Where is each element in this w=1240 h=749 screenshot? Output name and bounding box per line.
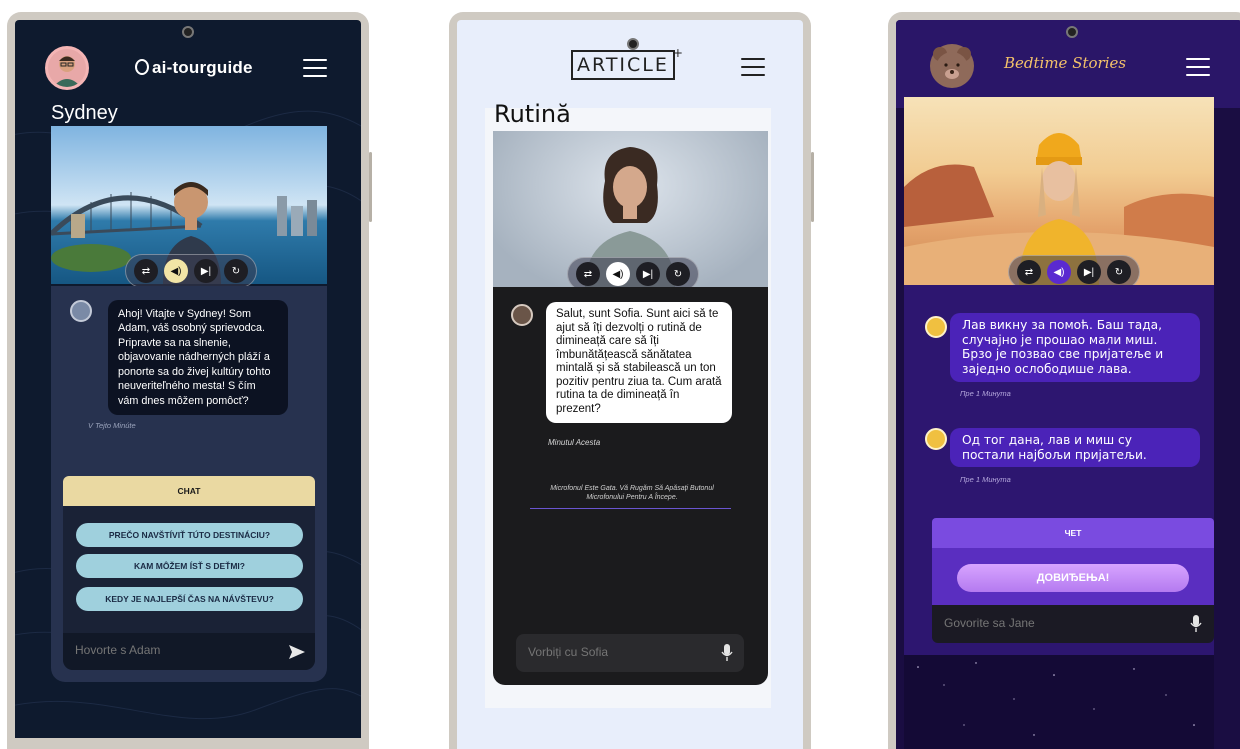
p2-input-bar <box>516 634 744 672</box>
volume-icon[interactable]: ◀) <box>164 259 188 283</box>
volume-icon[interactable]: ◀) <box>1047 260 1071 284</box>
p1-message-bubble: Ahoj! Vitajte v Sydney! Som Adam, váš os… <box>108 300 288 416</box>
chat-input[interactable] <box>75 643 275 657</box>
front-camera <box>182 26 194 38</box>
p1-title: Sydney <box>51 102 118 124</box>
suggestion-button[interactable]: KAM MÔŽEM ÍSŤ S DEŤMI? <box>76 554 303 578</box>
suggestion-button[interactable]: KEDY JE NAJLEPŠÍ ČAS NA NÁVŠTEVU? <box>76 587 303 611</box>
p2-divider <box>530 508 731 509</box>
p3-message-avatar <box>925 428 947 450</box>
goodbye-button[interactable]: ДОВИЂЕЊА! <box>957 564 1189 592</box>
p1-input-bar <box>63 633 315 670</box>
logo-text: ARTICLE <box>577 54 669 76</box>
logo-plus: + <box>672 46 685 60</box>
send-icon[interactable] <box>288 644 306 660</box>
skip-icon[interactable]: ▶| <box>194 259 218 283</box>
guide-avatar[interactable] <box>45 46 89 90</box>
p3-media-controls: ⇄ ◀) ▶| ↻ <box>1008 255 1140 289</box>
p2-message-bubble: Salut, sunt Sofia. Sunt aici să te ajut … <box>546 302 732 423</box>
microphone-icon[interactable] <box>1190 615 1202 633</box>
p2-title: Rutină <box>494 100 571 128</box>
p2-message-avatar <box>511 304 533 326</box>
bear-avatar[interactable] <box>930 44 974 88</box>
menu-icon[interactable] <box>303 59 327 77</box>
microphone-icon[interactable] <box>721 644 733 662</box>
p1-chat-tab[interactable]: CHAT <box>63 476 315 506</box>
front-camera <box>627 38 639 50</box>
p2-mic-note: Microfonul Este Gata. Vă Rugăm Să Apăsaț… <box>550 485 714 502</box>
p2-message-time: Minutul Acesta <box>548 438 601 447</box>
menu-icon[interactable] <box>1186 58 1210 76</box>
repeat-icon[interactable]: ⇄ <box>1017 260 1041 284</box>
chat-input[interactable] <box>944 616 1164 630</box>
p3-message-time: Пре 1 Минута <box>960 475 1011 484</box>
front-camera <box>1066 26 1078 38</box>
p3-message-bubble: Од тог дана, лав и миш су постали најбољ… <box>950 428 1200 468</box>
logo-text: ai-tourguide <box>152 58 253 77</box>
app-logo[interactable]: Bedtime Stories <box>1004 54 1126 72</box>
volume-icon[interactable]: ◀) <box>606 262 630 286</box>
location-pin-icon <box>135 59 149 75</box>
app-logo[interactable]: ai-tourguide <box>135 58 253 78</box>
p3-input-bar <box>932 605 1214 643</box>
skip-icon[interactable]: ▶| <box>636 262 660 286</box>
reload-icon[interactable]: ↻ <box>666 262 690 286</box>
skip-icon[interactable]: ▶| <box>1077 260 1101 284</box>
app-logo[interactable]: ARTICLE + <box>571 46 683 80</box>
starfield <box>904 655 1214 749</box>
menu-icon[interactable] <box>741 58 765 76</box>
p3-message-time: Пре 1 Минута <box>960 389 1011 398</box>
p3-message-avatar <box>925 316 947 338</box>
p3-chat-tab[interactable]: ЧЕТ <box>932 518 1214 548</box>
p3-message-bubble: Лав викну за помоћ. Баш тада, случајно ј… <box>950 313 1200 382</box>
reload-icon[interactable]: ↻ <box>224 259 248 283</box>
p2-media-controls: ⇄ ◀) ▶| ↻ <box>567 257 699 291</box>
p1-phone-bottom <box>15 738 361 749</box>
repeat-icon[interactable]: ⇄ <box>576 262 600 286</box>
p1-media-controls: ⇄ ◀) ▶| ↻ <box>125 254 257 288</box>
chat-input[interactable] <box>528 645 708 659</box>
p1-message-time: V Tejto Minúte <box>88 421 136 430</box>
suggestion-button[interactable]: PREČO NAVŠTÍVIŤ TÚTO DESTINÁCIU? <box>76 523 303 547</box>
p1-message-avatar <box>70 300 92 322</box>
repeat-icon[interactable]: ⇄ <box>134 259 158 283</box>
reload-icon[interactable]: ↻ <box>1107 260 1131 284</box>
